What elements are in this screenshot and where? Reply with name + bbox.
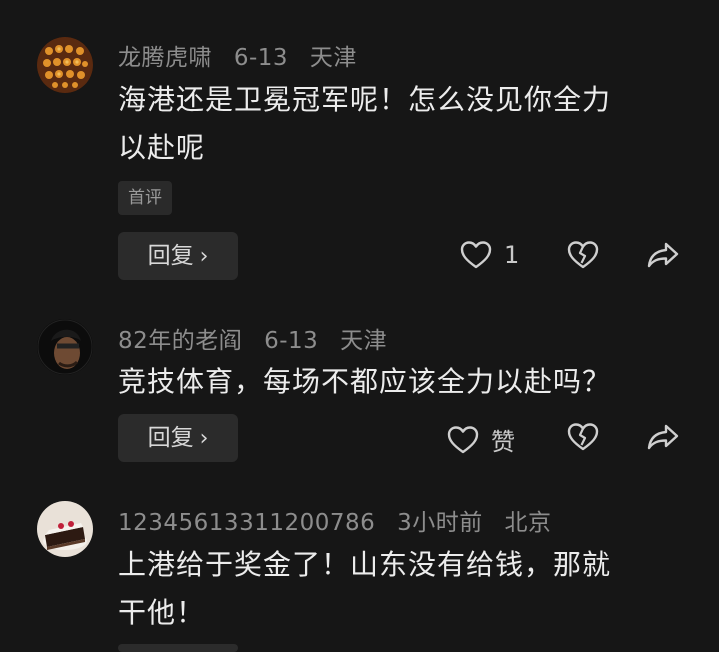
first-comment-badge: 首评: [118, 181, 172, 215]
dislike-button[interactable]: [567, 240, 599, 270]
dislike-button[interactable]: [567, 422, 599, 452]
share-arrow-icon: [646, 423, 680, 451]
comment-location: 天津: [309, 45, 357, 71]
reply-label: 回复: [147, 425, 194, 451]
chevron-right-icon: ›: [199, 244, 209, 269]
comment-location: 北京: [504, 510, 552, 536]
comment-text-line: 上港给于奖金了！山东没有给钱，那就: [118, 548, 612, 581]
like-button[interactable]: 1: [460, 240, 519, 270]
share-arrow-icon: [646, 241, 680, 269]
like-count: 1: [504, 241, 520, 269]
comment-meta: 82年的老阎 6-13 天津: [118, 321, 401, 355]
reply-label: 回复: [147, 243, 194, 269]
broken-heart-icon: [567, 240, 599, 270]
comment-meta: 龙腾虎啸 6-13 天津: [118, 38, 371, 72]
comment-date: 3小时前: [397, 510, 483, 536]
avatar[interactable]: [37, 37, 93, 93]
comment-text-line: 海港还是卫冕冠军呢！怎么没见你全力: [118, 83, 612, 116]
heart-outline-icon: [460, 240, 492, 270]
comment-location: 天津: [340, 328, 388, 354]
username[interactable]: 82年的老阎: [118, 328, 242, 354]
comment-text: 海港还是卫冕冠军呢！怎么没见你全力 以赴呢: [118, 76, 688, 172]
reply-button[interactable]: 回复 ›: [118, 232, 238, 280]
comment-text-line: 干他！: [118, 596, 206, 629]
avatar[interactable]: [37, 319, 93, 375]
broken-heart-icon: [567, 422, 599, 452]
like-button[interactable]: 赞: [447, 422, 515, 457]
share-button[interactable]: [646, 423, 680, 451]
like-label: 赞: [491, 428, 515, 456]
reply-button[interactable]: [118, 644, 238, 652]
username[interactable]: 龙腾虎啸: [118, 45, 212, 71]
comment-text: 上港给于奖金了！山东没有给钱，那就 干他！: [118, 541, 688, 637]
comment-date: 6-13: [233, 45, 289, 71]
comment-text-line: 竞技体育，每场不都应该全力以赴吗？: [118, 365, 612, 398]
reply-button[interactable]: 回复 ›: [118, 414, 238, 462]
comment-text-line: 以赴呢: [118, 131, 206, 164]
heart-outline-icon: [447, 425, 479, 455]
username[interactable]: 12345613311200786: [118, 510, 375, 536]
chevron-right-icon: ›: [199, 426, 209, 451]
comment-text: 竞技体育，每场不都应该全力以赴吗？: [118, 358, 688, 406]
comment-date: 6-13: [264, 328, 319, 354]
avatar[interactable]: [37, 501, 93, 557]
share-button[interactable]: [646, 241, 680, 269]
comment-meta: 12345613311200786 3小时前 北京: [118, 503, 566, 537]
